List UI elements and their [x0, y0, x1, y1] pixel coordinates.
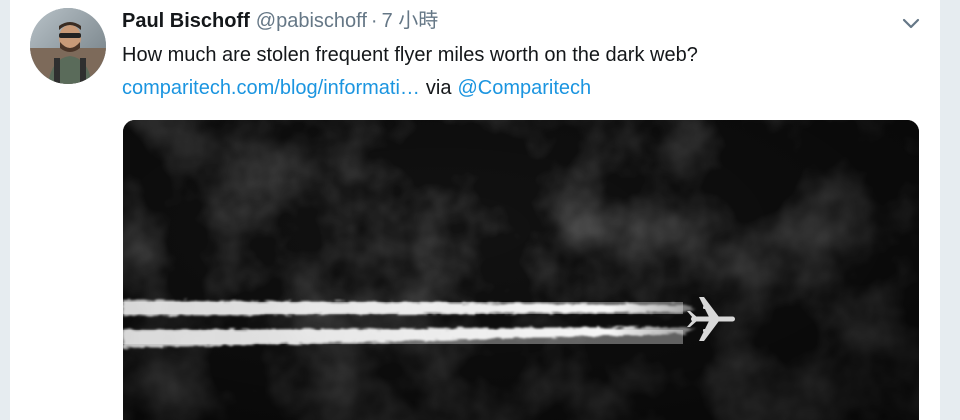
- display-name[interactable]: Paul Bischoff: [122, 10, 250, 32]
- tweet-text: How much are stolen frequent flyer miles…: [122, 44, 698, 66]
- avatar-photo: [30, 8, 106, 84]
- tweet-card[interactable]: Paul Bischoff @pabischoff · 7 小時 How much a…: [10, 0, 940, 420]
- avatar[interactable]: [30, 8, 106, 84]
- separator-dot: ·: [370, 10, 378, 32]
- article-link[interactable]: comparitech.com/blog/informati…: [122, 77, 420, 99]
- timestamp[interactable]: 7 小時: [382, 10, 439, 32]
- tweet-links-line: comparitech.com/blog/informati… via @Compa…: [122, 73, 591, 103]
- tweet-media-image[interactable]: [123, 120, 919, 420]
- chevron-down-icon[interactable]: [900, 12, 922, 34]
- via-label: via: [425, 77, 452, 99]
- tweet-header: Paul Bischoff @pabischoff · 7 小時: [122, 6, 438, 36]
- mention-link[interactable]: @Comparitech: [457, 77, 591, 99]
- user-handle[interactable]: @pabischoff: [256, 10, 367, 32]
- airplane-contrails-photo: [123, 120, 919, 420]
